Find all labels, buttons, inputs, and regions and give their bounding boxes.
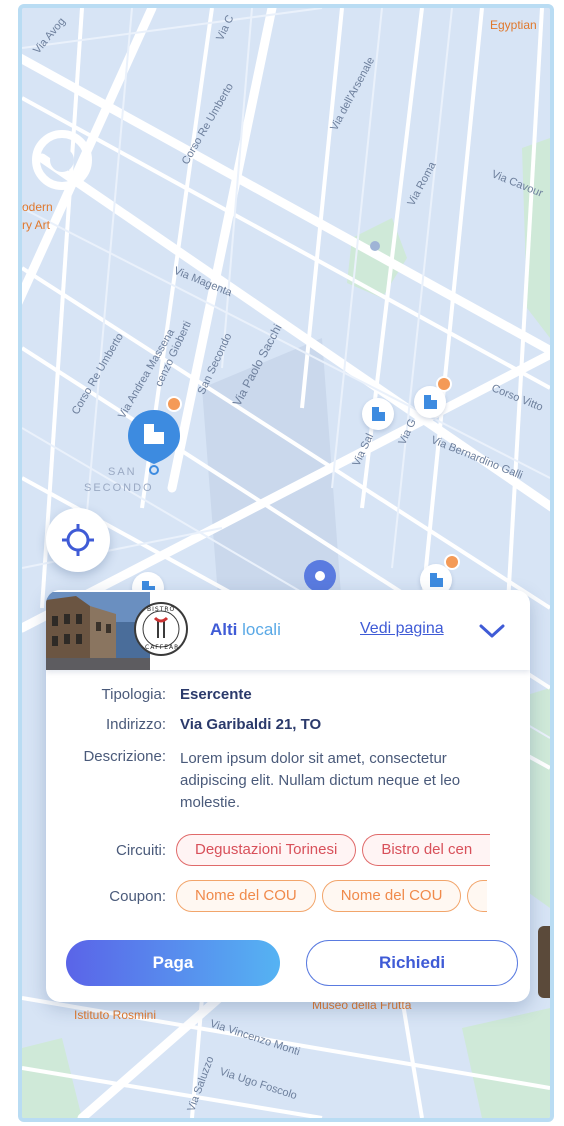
crosshair-icon — [62, 524, 94, 556]
place-title: Alti locali — [210, 620, 281, 640]
tipologia-label: Tipologia: — [101, 686, 166, 703]
indirizzo-label: Indirizzo: — [105, 716, 166, 733]
shop-badge-icon — [166, 396, 182, 412]
shop-badge-icon — [444, 554, 460, 570]
descrizione-label: Descrizione: — [83, 748, 166, 765]
coupon-chip[interactable] — [467, 880, 488, 912]
pay-button[interactable]: Paga — [66, 940, 280, 986]
shop-badge-icon — [436, 376, 452, 392]
circuit-chip[interactable]: Degustazioni Torinesi — [176, 834, 357, 866]
phone-frame: Via Avog Via C Corso Re Umberto Via dell… — [18, 4, 554, 1122]
map-label-poi: ry Art — [22, 218, 51, 232]
coupon-chips: Nome del COU Nome del COU — [176, 880, 493, 914]
logo-text-top: BISTRO — [147, 606, 176, 613]
circuit-chip[interactable]: Bistro del cen — [362, 834, 491, 866]
map-label-poi: odern — [22, 200, 53, 214]
place-title-part2: locali — [242, 620, 281, 639]
circuiti-chips: Degustazioni Torinesi Bistro del cen — [176, 834, 496, 868]
tipologia-value: Esercente — [180, 686, 252, 703]
map-label-poi: Egyptian — [490, 18, 537, 32]
coupon-chip[interactable]: Nome del COU — [176, 880, 316, 912]
user-location-icon — [304, 560, 336, 592]
my-location-button[interactable] — [46, 508, 110, 572]
circuiti-label: Circuiti: — [115, 842, 166, 859]
logo-text-bottom: CAFFEAR — [145, 644, 180, 651]
building-pin-icon[interactable] — [362, 398, 394, 430]
view-page-link[interactable]: Vedi pagina — [360, 620, 444, 638]
request-button[interactable]: Richiedi — [306, 940, 518, 986]
next-card-peek[interactable] — [538, 926, 550, 998]
coupon-chip[interactable]: Nome del COU — [321, 880, 462, 912]
indirizzo-value: Via Garibaldi 21, TO — [180, 716, 322, 733]
map-label-poi: Istituto Rosmini — [74, 1008, 157, 1022]
place-title-part1: Alti — [210, 620, 243, 639]
selected-location-pin[interactable] — [126, 396, 182, 484]
card-header: BISTRO CAFFEAR Alti locali Vedi pagina — [46, 590, 530, 670]
building-pin-icon[interactable] — [414, 376, 452, 418]
place-info-card: BISTRO CAFFEAR Alti locali Vedi pagina T… — [46, 590, 530, 1002]
coupon-label: Coupon: — [109, 888, 166, 905]
bistro-logo: BISTRO CAFFEAR — [134, 602, 188, 656]
chevron-down-icon[interactable] — [478, 622, 506, 640]
descrizione-value: Lorem ipsum dolor sit amet, consectetur … — [180, 750, 461, 811]
